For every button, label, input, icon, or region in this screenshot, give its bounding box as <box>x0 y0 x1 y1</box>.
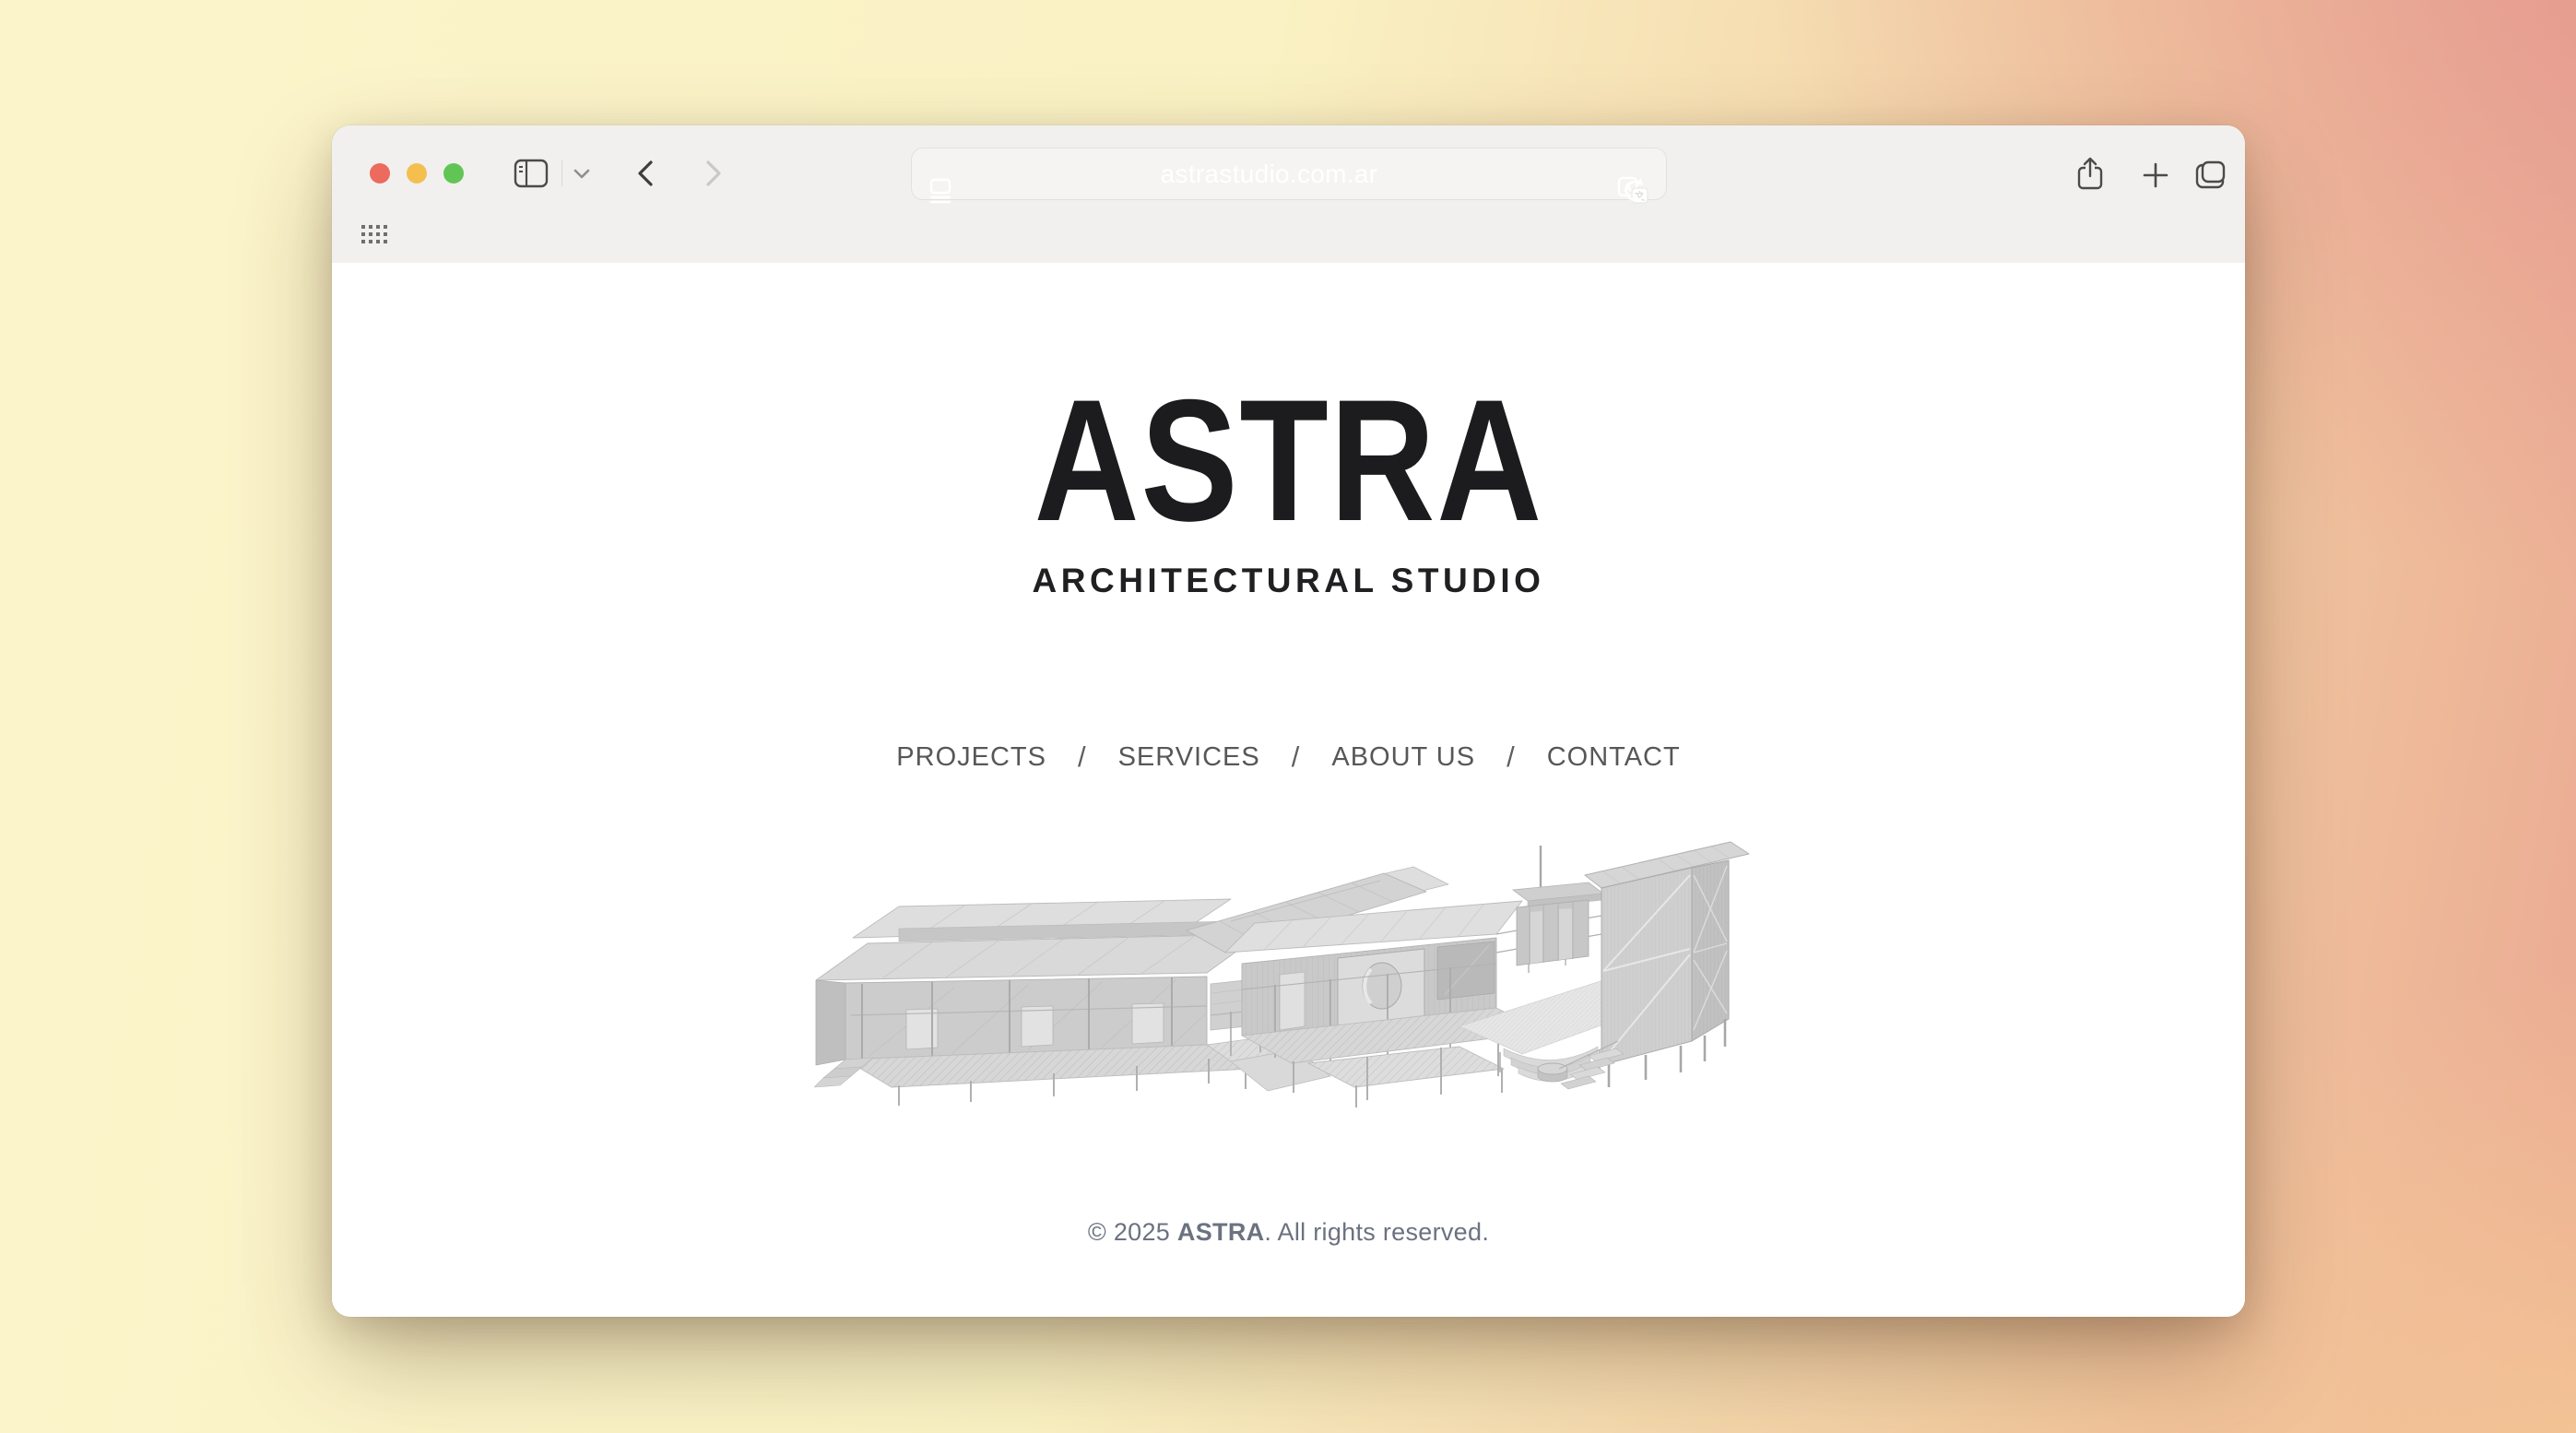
share-icon <box>2074 156 2106 193</box>
nav-link-contact[interactable]: CONTACT <box>1547 742 1681 773</box>
sidebar-menu-chevron-button[interactable] <box>570 164 594 183</box>
sidebar-icon <box>513 158 549 189</box>
nav-separator: / <box>1078 740 1087 774</box>
browser-toolbar: astrastudio.com.ar A 文 <box>332 125 2245 221</box>
nav-link-about-us[interactable]: ABOUT US <box>1331 742 1475 773</box>
browser-window: astrastudio.com.ar A 文 <box>332 125 2245 1317</box>
illustration-glass-kiosk <box>1513 882 1603 965</box>
app-grid-icon[interactable] <box>361 225 387 243</box>
back-button[interactable] <box>629 156 662 191</box>
footer-suffix: . All rights reserved. <box>1264 1218 1489 1246</box>
chevron-left-icon <box>633 158 657 189</box>
forward-button[interactable] <box>697 156 730 191</box>
zoom-window-button[interactable] <box>443 163 464 184</box>
plus-icon <box>2141 160 2170 190</box>
new-tab-button[interactable] <box>2138 158 2173 193</box>
desktop-background: astrastudio.com.ar A 文 <box>0 0 2576 1433</box>
nav-separator: / <box>1292 740 1301 774</box>
chevron-down-icon <box>572 167 592 180</box>
sidebar-toggle-button[interactable] <box>513 158 549 189</box>
page-content: ASTRA ARCHITECTURAL STUDIO PROJECTS / SE… <box>332 263 2245 1317</box>
page-subtitle: ARCHITECTURAL STUDIO <box>986 562 1592 600</box>
main-nav: PROJECTS / SERVICES / ABOUT US / CONTACT <box>896 740 1680 774</box>
address-bar[interactable]: astrastudio.com.ar A 文 <box>911 148 1667 200</box>
toolbar-substrip <box>332 221 2245 263</box>
page-title: ASTRA <box>1034 373 1542 547</box>
close-window-button[interactable] <box>370 163 390 184</box>
chevron-right-icon <box>702 158 726 189</box>
footer-brand: ASTRA <box>1177 1218 1265 1246</box>
nav-link-services[interactable]: SERVICES <box>1118 742 1260 773</box>
footer-copyright: © 2025 ASTRA. All rights reserved. <box>1088 1218 1489 1247</box>
address-bar-url[interactable]: astrastudio.com.ar <box>958 160 1581 189</box>
tab-overview-button[interactable] <box>2192 158 2230 193</box>
reload-icon[interactable] <box>1620 174 1651 207</box>
tab-overview-icon <box>2193 159 2228 192</box>
hero-illustration <box>814 835 1764 1130</box>
browser-chrome: astrastudio.com.ar A 文 <box>332 125 2245 263</box>
footer-prefix: © 2025 <box>1088 1218 1177 1246</box>
toolbar-divider <box>561 160 562 186</box>
brand-block: ASTRA ARCHITECTURAL STUDIO <box>986 373 1592 600</box>
minimize-window-button[interactable] <box>407 163 427 184</box>
nav-separator: / <box>1507 740 1516 774</box>
share-button[interactable] <box>2072 156 2109 193</box>
nav-link-projects[interactable]: PROJECTS <box>896 742 1046 773</box>
